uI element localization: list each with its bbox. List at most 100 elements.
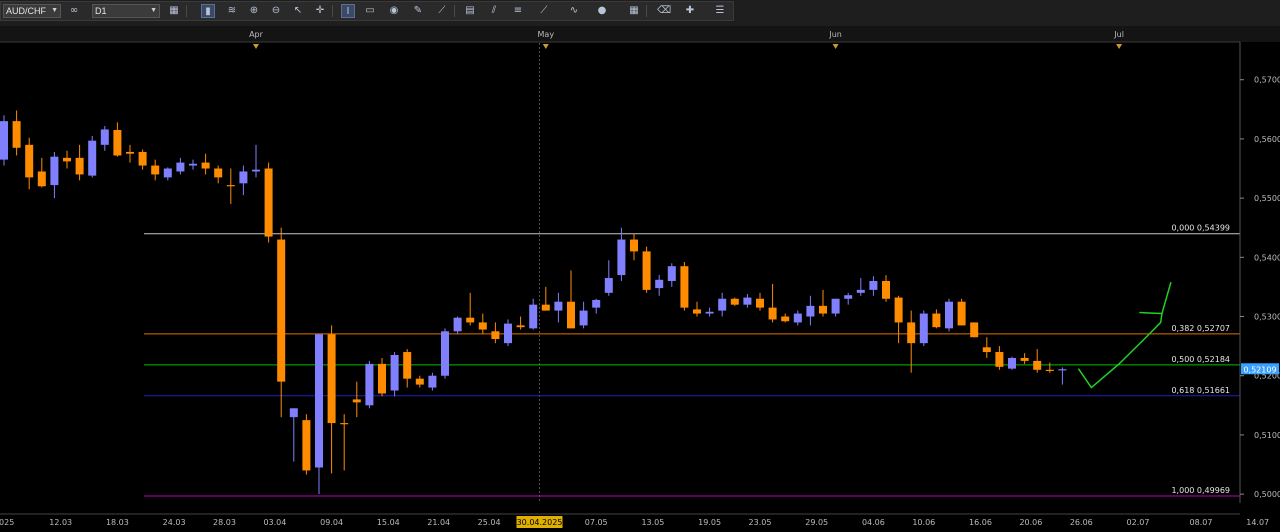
candle[interactable] bbox=[88, 135, 97, 178]
candle-body bbox=[781, 316, 790, 322]
candle-body bbox=[1008, 357, 1016, 369]
price-tick-label: 0,5600 bbox=[1254, 135, 1280, 144]
candle-body bbox=[415, 378, 424, 385]
month-label: Apr bbox=[249, 30, 264, 39]
candle-body bbox=[793, 313, 802, 323]
price-tick-label: 0,5500 bbox=[1254, 194, 1280, 203]
date-tick-label: 24.03 bbox=[163, 518, 186, 527]
candle-body bbox=[403, 352, 412, 379]
price-tick-label: 0,5400 bbox=[1254, 253, 1280, 262]
candle-body bbox=[138, 151, 147, 166]
candle-body bbox=[12, 121, 21, 148]
candle[interactable] bbox=[264, 162, 273, 243]
candle[interactable] bbox=[1008, 356, 1016, 370]
candle-body bbox=[88, 140, 97, 176]
candle-body bbox=[126, 151, 134, 154]
candle-body bbox=[516, 325, 525, 328]
candle[interactable] bbox=[970, 322, 979, 338]
date-tick-label: 13.05 bbox=[641, 518, 664, 527]
candle-body bbox=[882, 280, 890, 299]
candle-body bbox=[693, 309, 701, 314]
candle-body bbox=[176, 162, 185, 172]
date-tick-label: 16.06 bbox=[969, 518, 992, 527]
date-tick-label: 12.03 bbox=[49, 518, 72, 527]
price-chart[interactable]: 0,000 0,54399 0,382 0,52707 0,500 0,52184 0… bbox=[0, 0, 1280, 532]
candle-body bbox=[340, 423, 349, 425]
date-tick-label: 24.02.2025 bbox=[0, 518, 14, 527]
candle-body bbox=[1020, 357, 1029, 361]
month-label: Jun bbox=[828, 30, 842, 39]
candle[interactable] bbox=[302, 414, 311, 475]
price-tick-label: 0,5100 bbox=[1254, 431, 1280, 440]
candle-body bbox=[819, 305, 827, 314]
candle-body bbox=[806, 305, 815, 317]
date-tick-label: 29.05 bbox=[805, 518, 828, 527]
candle[interactable] bbox=[919, 310, 928, 347]
candle-body bbox=[63, 157, 71, 162]
candle-body bbox=[252, 169, 260, 172]
candle-body bbox=[327, 334, 336, 424]
candle-body bbox=[655, 279, 664, 289]
candle-body bbox=[995, 352, 1004, 367]
candle-body bbox=[315, 334, 323, 468]
date-tick-label: 02.07 bbox=[1127, 518, 1150, 527]
candle[interactable] bbox=[730, 297, 739, 306]
candle-body bbox=[264, 168, 273, 237]
candle-body bbox=[667, 266, 676, 281]
candle-body bbox=[37, 171, 46, 187]
candle-body bbox=[718, 298, 727, 311]
month-label: Jul bbox=[1113, 30, 1124, 39]
candle-body bbox=[730, 298, 739, 305]
price-axis-background bbox=[1240, 42, 1280, 532]
candle-body bbox=[113, 130, 122, 156]
candle-body bbox=[277, 239, 286, 382]
date-tick-label: 30.04.2025 bbox=[517, 518, 563, 527]
candle-body bbox=[768, 307, 777, 320]
candle-body bbox=[756, 298, 764, 308]
candle-body bbox=[365, 363, 374, 406]
candle-body bbox=[743, 297, 752, 305]
candle-body bbox=[970, 322, 979, 338]
candle[interactable] bbox=[945, 298, 953, 332]
candle-body bbox=[579, 310, 588, 326]
candle-body bbox=[1045, 369, 1054, 371]
date-tick-label: 21.04 bbox=[427, 518, 450, 527]
date-tick-label: 07.05 bbox=[585, 518, 608, 527]
candle[interactable] bbox=[642, 246, 651, 293]
fib-level-label: 1,000 0,49969 bbox=[1171, 486, 1230, 495]
candle-body bbox=[617, 239, 626, 276]
candle[interactable] bbox=[680, 262, 689, 311]
candle-body bbox=[226, 185, 235, 187]
candle-body bbox=[957, 301, 966, 326]
candle-body bbox=[680, 266, 689, 308]
date-tick-label: 20.06 bbox=[1019, 518, 1042, 527]
current-price-label: 0,52109 bbox=[1243, 365, 1276, 374]
fib-level-label: 0,500 0,52184 bbox=[1171, 355, 1230, 364]
candle[interactable] bbox=[0, 115, 8, 166]
candle-body bbox=[1033, 360, 1042, 370]
candle-body bbox=[201, 162, 210, 169]
candle-body bbox=[50, 156, 59, 186]
candle-body bbox=[907, 322, 916, 344]
price-tick-label: 0,5700 bbox=[1254, 76, 1280, 85]
fib-level-label: 0,382 0,52707 bbox=[1171, 324, 1230, 333]
date-tick-label: 28.03 bbox=[213, 518, 236, 527]
candle[interactable] bbox=[957, 298, 966, 326]
candle-body bbox=[466, 317, 475, 323]
candle[interactable] bbox=[390, 352, 399, 397]
candle-body bbox=[441, 331, 449, 376]
candle-body bbox=[352, 399, 361, 403]
candle-body bbox=[491, 331, 500, 340]
candle-body bbox=[604, 278, 613, 293]
candle-body bbox=[504, 323, 512, 344]
candle-body bbox=[428, 375, 437, 388]
candle-body bbox=[554, 301, 563, 311]
candle-body bbox=[25, 144, 34, 178]
candle[interactable] bbox=[365, 360, 374, 409]
date-tick-label: 15.04 bbox=[377, 518, 400, 527]
fib-level-label: 0,000 0,54399 bbox=[1171, 224, 1230, 233]
candle-body bbox=[151, 165, 160, 175]
candle[interactable] bbox=[441, 328, 449, 379]
price-tick-label: 0,5300 bbox=[1254, 313, 1280, 322]
chart-background bbox=[0, 26, 1280, 532]
